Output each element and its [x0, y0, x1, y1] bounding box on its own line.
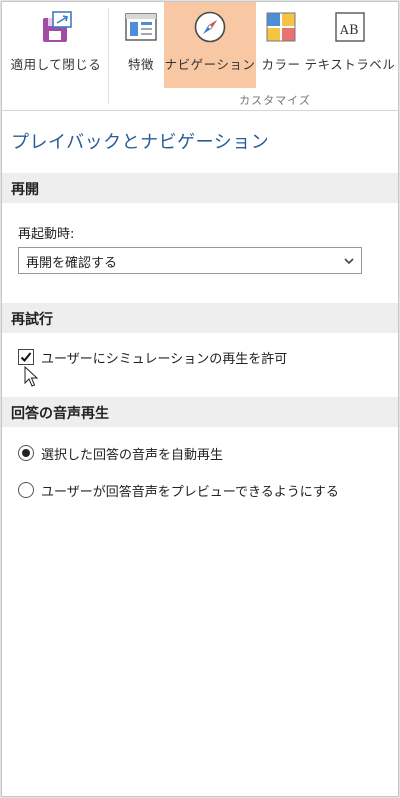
- navigation-label: ナビゲーション: [164, 57, 256, 72]
- features-label: 特徴: [127, 57, 154, 72]
- section-header-resume: 再開: [2, 173, 398, 203]
- chevron-down-icon: [344, 258, 354, 265]
- preview-audio-radio[interactable]: [18, 482, 34, 498]
- compass-icon: [194, 11, 226, 43]
- restart-select[interactable]: 再開を確認する: [18, 247, 362, 274]
- text-label-icon: A B: [335, 12, 365, 42]
- text-label-button[interactable]: A B テキストラベル: [304, 2, 396, 88]
- navigation-button[interactable]: ナビゲーション: [164, 2, 256, 88]
- ribbon-separator: [108, 8, 109, 104]
- autoplay-audio-radio[interactable]: [18, 445, 34, 461]
- allow-replay-label[interactable]: ユーザーにシミュレーションの再生を許可: [41, 348, 287, 367]
- save-close-icon: [43, 11, 72, 42]
- ribbon-group-label: カスタマイズ: [239, 94, 311, 107]
- panel-frame: 適用して閉じる 特徴 ナビゲーション カラー A B テキストラベル カスタマイ…: [1, 1, 399, 797]
- mouse-cursor-icon: [24, 366, 38, 387]
- section-header-answer-audio: 回答の音声再生: [2, 397, 398, 427]
- svg-text:A: A: [339, 23, 349, 37]
- ribbon-toolbar: 適用して閉じる 特徴 ナビゲーション カラー A B テキストラベル カスタマイ…: [2, 2, 398, 111]
- color-label: カラー: [261, 57, 301, 72]
- svg-text:B: B: [349, 23, 359, 38]
- autoplay-audio-label[interactable]: 選択した回答の音声を自動再生: [41, 444, 223, 463]
- features-icon: [125, 13, 157, 41]
- radio-selected-dot: [22, 449, 30, 457]
- checkmark-icon: [20, 352, 32, 362]
- apply-close-label: 適用して閉じる: [10, 57, 102, 72]
- page-title: プレイバックとナビゲーション: [11, 132, 270, 153]
- restart-field-label: 再起動時:: [18, 227, 75, 242]
- color-button[interactable]: カラー: [258, 2, 304, 88]
- section-title-answer-audio: 回答の音声再生: [11, 406, 109, 422]
- features-button[interactable]: 特徴: [118, 2, 164, 88]
- apply-close-button[interactable]: 適用して閉じる: [4, 2, 108, 88]
- section-header-retry: 再試行: [2, 303, 398, 333]
- color-palette-icon: [266, 12, 296, 42]
- text-label-label: テキストラベル: [304, 57, 396, 72]
- allow-replay-checkbox[interactable]: [18, 349, 34, 365]
- preview-audio-label[interactable]: ユーザーが回答音声をプレビューできるようにする: [41, 481, 339, 500]
- section-title-resume: 再開: [11, 182, 39, 198]
- restart-select-value: 再開を確認する: [26, 256, 118, 271]
- section-title-retry: 再試行: [11, 312, 53, 328]
